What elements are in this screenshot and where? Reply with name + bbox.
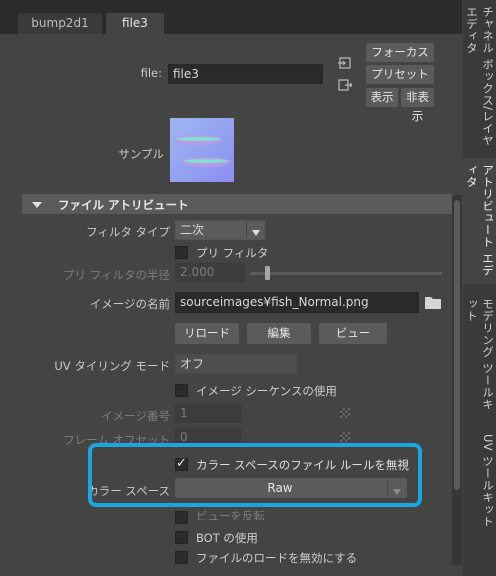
folder-icon[interactable]: [425, 296, 441, 309]
uv-tiling-mode-label: UV タイリング モード: [54, 359, 170, 373]
image-number-label: イメージ番号: [101, 409, 170, 423]
image-sequence-label: イメージ シーケンスの使用: [196, 384, 337, 398]
image-name-field[interactable]: sourceimages¥fish_Normal.png: [175, 292, 419, 313]
image-name-label: イメージの名前: [89, 297, 170, 311]
prefilter-radius-slider-handle[interactable]: [265, 266, 270, 280]
disable-file-load-label: ファイルのロードを無効にする: [196, 551, 358, 565]
image-number-field[interactable]: 1: [175, 404, 241, 423]
side-tab-modeling-toolkit[interactable]: モデリング ツールキット: [463, 292, 496, 420]
tab-file3[interactable]: file3: [106, 13, 164, 34]
map-icon[interactable]: [340, 432, 350, 442]
side-tab-uv-toolkit[interactable]: UV ツールキット: [463, 428, 496, 576]
reload-button[interactable]: リロード: [175, 323, 239, 344]
image-sequence-checkbox[interactable]: [175, 384, 188, 397]
prefilter-radius-label: プリ フィルタの半径: [63, 268, 170, 282]
prefilter-radius-field[interactable]: 2.000: [175, 263, 245, 282]
tab-bump2d1[interactable]: bump2d1: [18, 13, 102, 34]
focus-button[interactable]: フォーカス: [366, 43, 434, 62]
preset-arrow-icon[interactable]: [338, 78, 353, 92]
prefilter-radius-slider-track[interactable]: [250, 272, 442, 275]
file-node-name-field[interactable]: file3: [168, 64, 323, 84]
edit-button[interactable]: 編集: [247, 323, 311, 344]
section-title: ファイル アトリビュート: [58, 198, 189, 212]
filter-type-value: 二次: [180, 223, 205, 237]
map-icon[interactable]: [340, 408, 350, 418]
attribute-scrollbar-thumb[interactable]: [454, 200, 460, 490]
prefilter-checkbox[interactable]: [175, 246, 188, 259]
prefilter-label: プリ フィルタ: [196, 246, 269, 260]
sample-label: サンプル: [118, 147, 164, 161]
use-bot-label: BOT の使用: [196, 531, 258, 545]
highlight-box: [88, 443, 422, 507]
sample-swatch[interactable]: [170, 118, 234, 182]
view-button[interactable]: ビュー: [319, 323, 387, 344]
disable-file-load-checkbox[interactable]: [175, 551, 188, 564]
hide-button[interactable]: 非表示: [401, 88, 434, 123]
file-node-label: file:: [140, 66, 162, 80]
use-bot-checkbox[interactable]: [175, 531, 188, 544]
dropdown-divider: [246, 222, 247, 238]
focus-arrow-icon[interactable]: [338, 56, 352, 70]
uv-tiling-mode-dropdown[interactable]: オフ: [175, 354, 297, 374]
view-transform-label: ビューを反転: [196, 509, 265, 520]
filter-type-label: フィルタ タイプ: [86, 225, 170, 239]
view-transform-checkbox[interactable]: [175, 511, 188, 524]
side-tab-attribute-editor[interactable]: アトリビュート エディタ: [463, 158, 496, 284]
chevron-down-icon[interactable]: [251, 226, 261, 236]
show-button[interactable]: 表示: [366, 88, 398, 107]
side-tab-channel-box[interactable]: チャネル ボックス/レイヤ エディタ: [463, 0, 496, 150]
expand-triangle-icon[interactable]: [32, 199, 42, 209]
preset-button[interactable]: プリセット: [366, 65, 434, 84]
